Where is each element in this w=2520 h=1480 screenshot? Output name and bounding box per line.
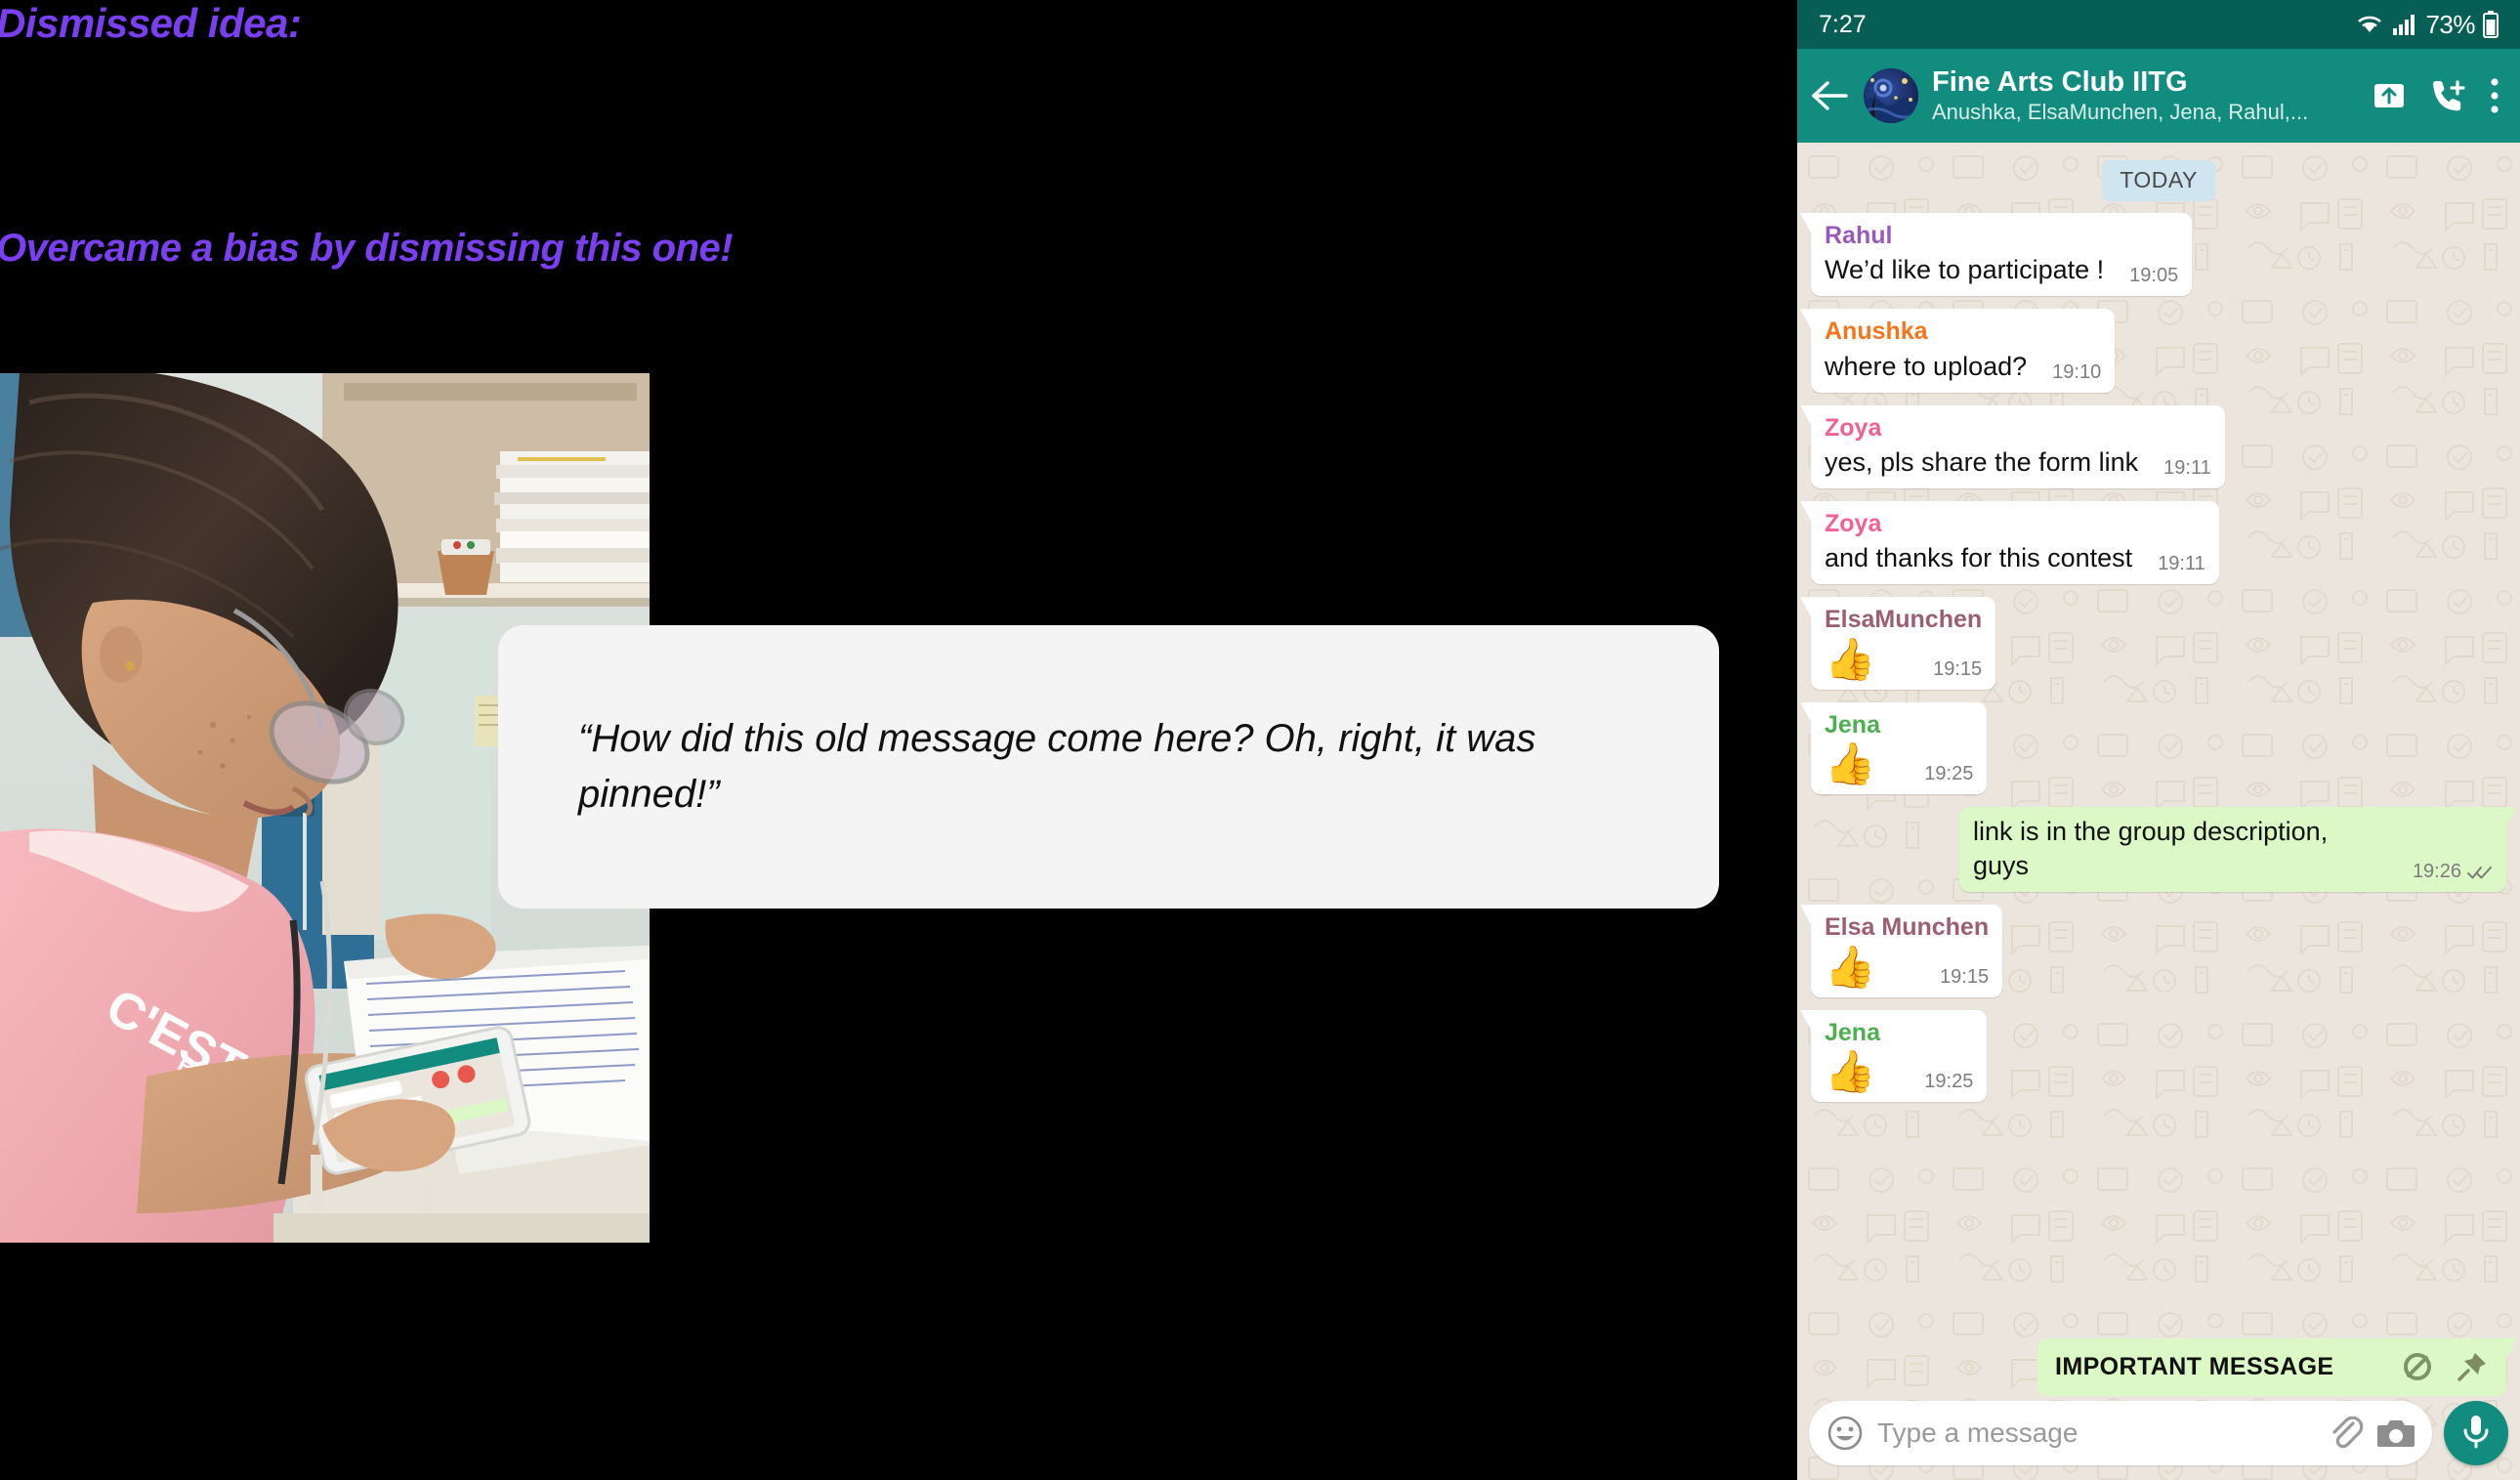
message-time: 19:25 [1924,763,1974,785]
date-divider: TODAY [1811,160,2506,201]
message-row[interactable]: Jena 👍 19:25 [1811,1009,2506,1102]
cellular-signal-icon [2392,13,2417,36]
chat-participants: Anushka, ElsaMunchen, Jena, Rahul,... [1932,101,2309,125]
thumbs-up-emoji: 👍 [1825,740,1876,786]
message-bubble[interactable]: Rahul We’d like to participate ! 19:05 [1811,213,2193,297]
message-row-outgoing[interactable]: link is in the group description, guys 1… [1811,807,2506,893]
message-sender: Jena [1825,710,1880,739]
message-row[interactable]: ElsaMunchen 👍 19:15 [1811,597,2506,690]
message-row[interactable]: Zoya and thanks for this contest 19:11 [1811,501,2506,585]
microphone-icon [2459,1413,2493,1455]
message-bubble[interactable]: Zoya yes, pls share the form link 19:11 [1811,404,2225,489]
chat-message-list[interactable]: TODAY Rahul We’d like to participate ! 1… [1797,143,2520,1480]
pinned-message-label: IMPORTANT MESSAGE [2055,1352,2334,1380]
message-input-pill[interactable]: Type a message [1809,1401,2432,1465]
message-sender: Zoya [1825,413,1882,442]
message-text: and thanks for this contest [1825,543,2133,573]
phone-status-bar: 7:27 73% [1797,0,2520,49]
message-text: yes, pls share the form link [1825,446,2139,477]
date-chip-label: TODAY [2102,160,2215,201]
message-sender: Zoya [1825,510,1882,538]
message-row[interactable]: Jena 👍 19:25 [1811,701,2506,795]
message-time: 19:15 [1933,657,1983,680]
message-text: where to upload? [1825,351,2028,381]
back-arrow-icon[interactable] [1811,79,1850,112]
chat-title: Fine Arts Club IITG [1932,65,2188,98]
message-row[interactable]: Zoya yes, pls share the form link 19:11 [1811,404,2506,489]
message-input-field[interactable]: Type a message [1877,1417,2313,1449]
message-sender: Anushka [1825,317,1928,346]
group-avatar-starry-night[interactable] [1864,68,1918,123]
message-input-bar[interactable]: Type a message [1797,1396,2520,1480]
message-bubble[interactable]: Elsa Munchen 👍 19:15 [1811,905,2003,997]
quote-text: “How did this old message come here? Oh,… [578,717,1536,816]
message-sender: ElsaMunchen [1825,606,1983,634]
message-row[interactable]: Anushka where to upload? 19:10 [1811,309,2506,393]
overflow-menu-icon[interactable] [2489,77,2500,114]
quote-callout-card: “How did this old message come here? Oh,… [498,625,1719,909]
message-row[interactable]: Rahul We’d like to participate ! 19:05 [1811,213,2506,297]
camera-icon[interactable] [2377,1417,2415,1450]
chat-header: Fine Arts Club IITG Anushka, ElsaMunchen… [1797,49,2520,143]
message-time: 19:15 [1940,965,1990,988]
messages-container: TODAY Rahul We’d like to participate ! 1… [1811,160,2506,1102]
message-time: 19:25 [1924,1070,1974,1092]
message-text: We’d like to participate ! [1825,255,2105,285]
message-time: 19:11 [2158,553,2205,575]
status-clock: 7:27 [1819,10,1867,38]
battery-icon [2483,11,2499,38]
mute-notifications-icon[interactable] [2401,1350,2434,1383]
battery-percent-label: 73% [2425,9,2475,39]
message-bubble-outgoing[interactable]: link is in the group description, guys 1… [1959,807,2506,893]
dismissed-idea-heading: Dismissed idea: [0,0,302,46]
thumbs-up-emoji: 👍 [1825,635,1876,682]
message-bubble[interactable]: ElsaMunchen 👍 19:15 [1811,597,1996,690]
message-time: 19:26 [2412,861,2461,883]
message-bubble[interactable]: Jena 👍 19:25 [1811,701,1988,795]
message-bubble[interactable]: Zoya and thanks for this contest 19:11 [1811,501,2219,585]
add-call-icon[interactable] [2428,78,2467,113]
message-time: 19:11 [2163,457,2211,480]
attachment-paperclip-icon[interactable] [2327,1415,2364,1452]
read-receipt-double-check-icon [2467,865,2493,880]
message-text: link is in the group description, guys [1973,817,2329,881]
message-sender: Rahul [1825,222,1893,249]
emoji-smiley-icon[interactable] [1827,1415,1864,1452]
message-sender: Elsa Munchen [1825,913,1990,942]
voice-record-button[interactable] [2444,1401,2508,1465]
export-upload-icon[interactable] [2372,78,2407,113]
message-sender: Jena [1825,1018,1880,1046]
message-time: 19:05 [2129,265,2179,287]
overcame-bias-heading: Overcame a bias by dismissing this one! [0,227,734,270]
thumbs-up-emoji: 👍 [1825,943,1876,990]
thumbs-up-emoji: 👍 [1825,1047,1876,1094]
wifi-icon [2355,13,2384,36]
message-bubble[interactable]: Jena 👍 19:25 [1811,1009,1988,1102]
message-bubble[interactable]: Anushka where to upload? 19:10 [1811,309,2116,393]
pinned-message-bubble[interactable]: IMPORTANT MESSAGE [2037,1338,2506,1396]
message-time: 19:10 [2052,360,2102,383]
message-row[interactable]: Elsa Munchen 👍 19:15 [1811,905,2506,997]
pinned-message-row[interactable]: IMPORTANT MESSAGE [1811,1338,2506,1396]
slide-canvas: Dismissed idea: Overcame a bias by dismi… [0,0,2520,1480]
whatsapp-screenshot-panel: 7:27 73% Fine Arts Club IITG Anushka, El… [1797,0,2520,1480]
pin-icon[interactable] [2456,1350,2489,1383]
